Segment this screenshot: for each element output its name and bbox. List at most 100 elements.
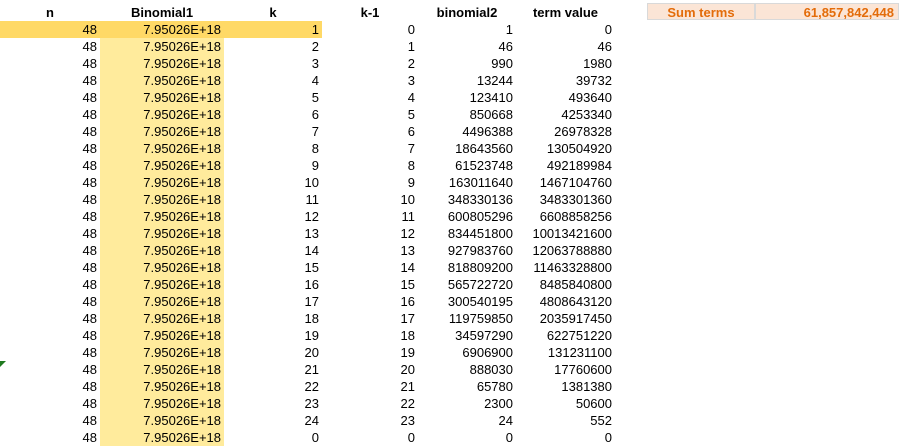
cell-k[interactable]: 23: [224, 395, 322, 412]
cell-k[interactable]: 3: [224, 55, 322, 72]
cell-binomial1[interactable]: 7.95026E+18: [100, 225, 224, 242]
cell-k[interactable]: 19: [224, 327, 322, 344]
cell-term-value[interactable]: 131231100: [516, 344, 615, 361]
cell-binomial2[interactable]: 163011640: [418, 174, 516, 191]
cell-term-value[interactable]: 39732: [516, 72, 615, 89]
cell-k-minus-1[interactable]: 0: [322, 429, 418, 446]
cell-k[interactable]: 0: [224, 429, 322, 446]
cell-k[interactable]: 8: [224, 140, 322, 157]
cell-n[interactable]: 48: [0, 140, 100, 157]
cell-term-value[interactable]: 1381380: [516, 378, 615, 395]
cell-binomial2[interactable]: 24: [418, 412, 516, 429]
cell-k[interactable]: 5: [224, 89, 322, 106]
cell-k[interactable]: 21: [224, 361, 322, 378]
cell-binomial1[interactable]: 7.95026E+18: [100, 310, 224, 327]
cell-binomial2[interactable]: 4496388: [418, 123, 516, 140]
cell-n[interactable]: 48: [0, 72, 100, 89]
cell-n[interactable]: 48: [0, 327, 100, 344]
cell-term-value[interactable]: 10013421600: [516, 225, 615, 242]
cell-k[interactable]: 1: [224, 21, 322, 38]
cell-k-minus-1[interactable]: 12: [322, 225, 418, 242]
cell-binomial1[interactable]: 7.95026E+18: [100, 140, 224, 157]
cell-term-value[interactable]: 46: [516, 38, 615, 55]
cell-n[interactable]: 48: [0, 344, 100, 361]
cell-term-value[interactable]: 4253340: [516, 106, 615, 123]
cell-k-minus-1[interactable]: 9: [322, 174, 418, 191]
cell-term-value[interactable]: 622751220: [516, 327, 615, 344]
cell-binomial2[interactable]: 123410: [418, 89, 516, 106]
cell-binomial1[interactable]: 7.95026E+18: [100, 361, 224, 378]
cell-k[interactable]: 11: [224, 191, 322, 208]
cell-k-minus-1[interactable]: 15: [322, 276, 418, 293]
header-n[interactable]: n: [0, 4, 100, 21]
cell-term-value[interactable]: 1467104760: [516, 174, 615, 191]
cell-term-value[interactable]: 11463328800: [516, 259, 615, 276]
cell-term-value[interactable]: 6608858256: [516, 208, 615, 225]
cell-k-minus-1[interactable]: 21: [322, 378, 418, 395]
cell-n[interactable]: 48: [0, 157, 100, 174]
cell-k-minus-1[interactable]: 22: [322, 395, 418, 412]
cell-binomial1[interactable]: 7.95026E+18: [100, 259, 224, 276]
cell-k-minus-1[interactable]: 2: [322, 55, 418, 72]
cell-k[interactable]: 16: [224, 276, 322, 293]
cell-binomial2[interactable]: 818809200: [418, 259, 516, 276]
cell-binomial1[interactable]: 7.95026E+18: [100, 106, 224, 123]
cell-binomial2[interactable]: 34597290: [418, 327, 516, 344]
cell-n[interactable]: 48: [0, 174, 100, 191]
cell-binomial2[interactable]: 348330136: [418, 191, 516, 208]
cell-k-minus-1[interactable]: 23: [322, 412, 418, 429]
cell-k[interactable]: 20: [224, 344, 322, 361]
cell-n[interactable]: 48: [0, 123, 100, 140]
cell-k[interactable]: 14: [224, 242, 322, 259]
cell-term-value[interactable]: 0: [516, 21, 615, 38]
cell-n[interactable]: 48: [0, 89, 100, 106]
cell-binomial2[interactable]: 0: [418, 429, 516, 446]
cell-k-minus-1[interactable]: 3: [322, 72, 418, 89]
cell-k-minus-1[interactable]: 5: [322, 106, 418, 123]
cell-binomial2[interactable]: 1: [418, 21, 516, 38]
cell-n[interactable]: 48: [0, 412, 100, 429]
cell-k-minus-1[interactable]: 11: [322, 208, 418, 225]
cell-k[interactable]: 12: [224, 208, 322, 225]
cell-k[interactable]: 17: [224, 293, 322, 310]
cell-term-value[interactable]: 0: [516, 429, 615, 446]
cell-k-minus-1[interactable]: 0: [322, 21, 418, 38]
cell-n[interactable]: 48: [0, 378, 100, 395]
cell-binomial2[interactable]: 565722720: [418, 276, 516, 293]
cell-binomial2[interactable]: 6906900: [418, 344, 516, 361]
cell-term-value[interactable]: 17760600: [516, 361, 615, 378]
cell-term-value[interactable]: 492189984: [516, 157, 615, 174]
cell-n[interactable]: 48: [0, 259, 100, 276]
cell-binomial2[interactable]: 18643560: [418, 140, 516, 157]
cell-term-value[interactable]: 2035917450: [516, 310, 615, 327]
cell-n[interactable]: 48: [0, 38, 100, 55]
cell-term-value[interactable]: 493640: [516, 89, 615, 106]
cell-binomial1[interactable]: 7.95026E+18: [100, 429, 224, 446]
cell-k[interactable]: 18: [224, 310, 322, 327]
cell-binomial2[interactable]: 13244: [418, 72, 516, 89]
cell-k-minus-1[interactable]: 6: [322, 123, 418, 140]
cell-binomial1[interactable]: 7.95026E+18: [100, 276, 224, 293]
cell-binomial2[interactable]: 65780: [418, 378, 516, 395]
cell-binomial1[interactable]: 7.95026E+18: [100, 412, 224, 429]
cell-k[interactable]: 7: [224, 123, 322, 140]
cell-k-minus-1[interactable]: 4: [322, 89, 418, 106]
header-k-minus-1[interactable]: k-1: [322, 4, 418, 21]
cell-k[interactable]: 13: [224, 225, 322, 242]
cell-binomial1[interactable]: 7.95026E+18: [100, 191, 224, 208]
cell-binomial2[interactable]: 300540195: [418, 293, 516, 310]
cell-binomial1[interactable]: 7.95026E+18: [100, 208, 224, 225]
cell-binomial2[interactable]: 850668: [418, 106, 516, 123]
cell-n[interactable]: 48: [0, 21, 100, 38]
cell-binomial2[interactable]: 834451800: [418, 225, 516, 242]
cell-binomial1[interactable]: 7.95026E+18: [100, 55, 224, 72]
cell-k[interactable]: 2: [224, 38, 322, 55]
sum-terms-value[interactable]: 61,857,842,448: [755, 3, 899, 20]
cell-binomial1[interactable]: 7.95026E+18: [100, 395, 224, 412]
cell-binomial1[interactable]: 7.95026E+18: [100, 242, 224, 259]
cell-binomial2[interactable]: 888030: [418, 361, 516, 378]
header-k[interactable]: k: [224, 4, 322, 21]
cell-k-minus-1[interactable]: 10: [322, 191, 418, 208]
cell-k[interactable]: 6: [224, 106, 322, 123]
cell-term-value[interactable]: 3483301360: [516, 191, 615, 208]
